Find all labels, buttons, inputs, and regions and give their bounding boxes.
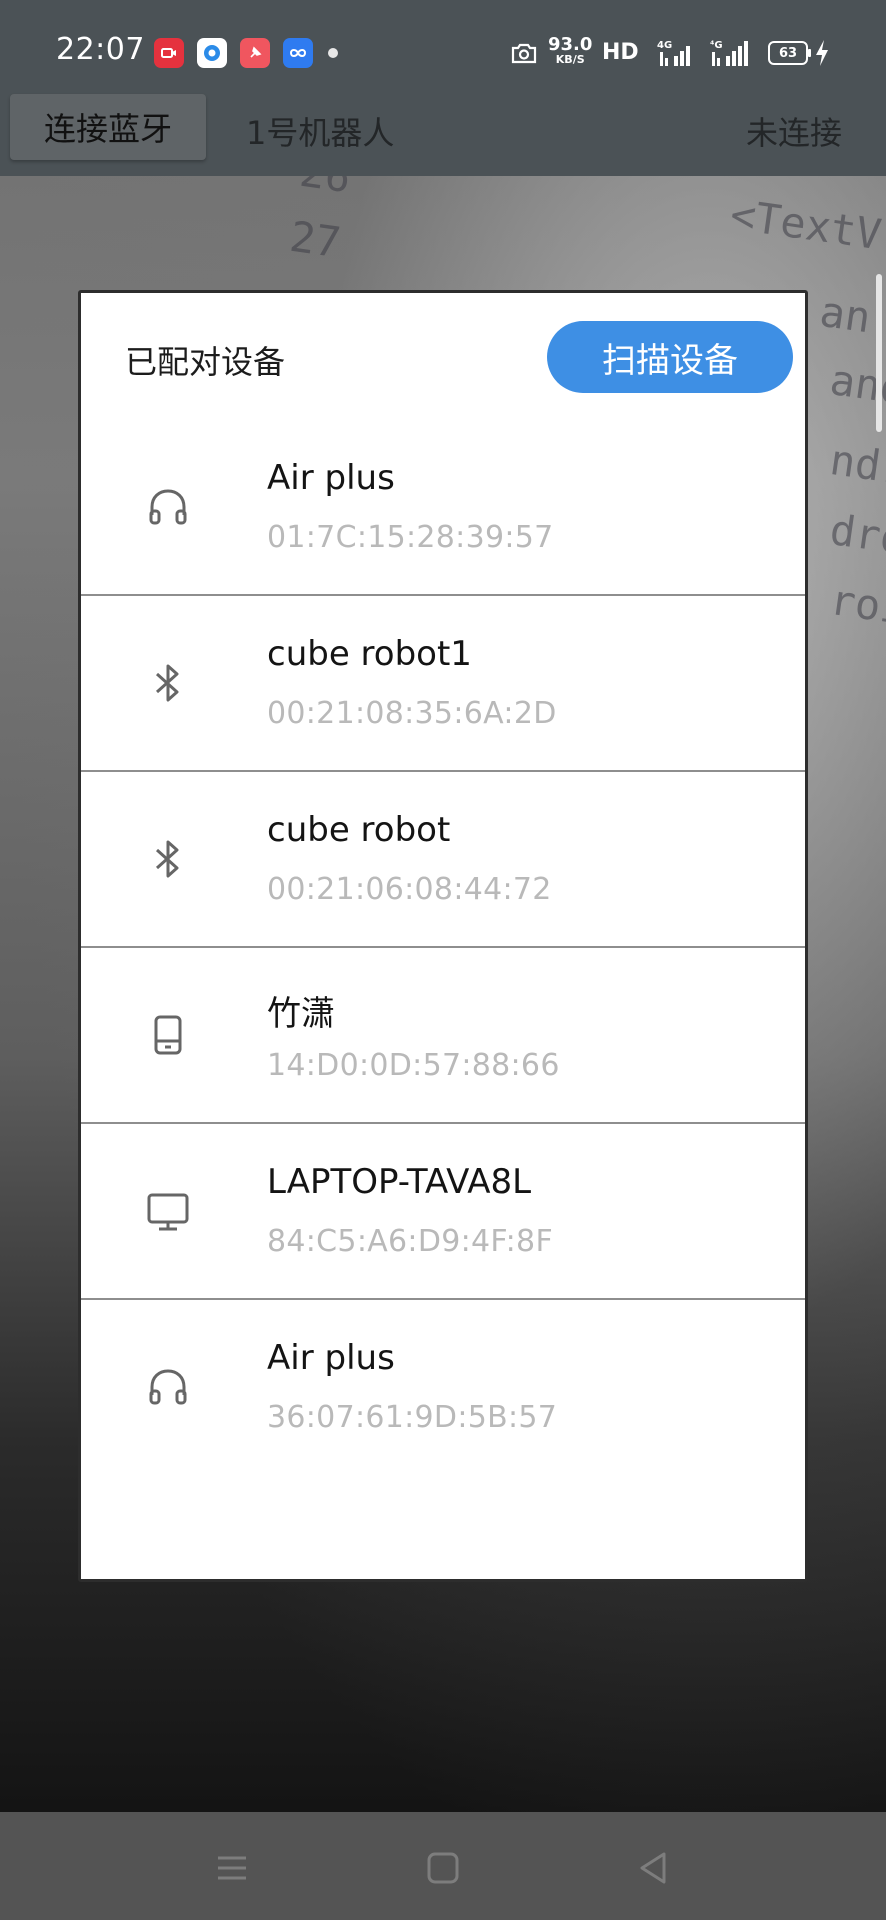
device-name: cube robot xyxy=(267,810,451,850)
device-name: 竹潇 xyxy=(267,994,335,1034)
signal-4g-icon: ⁴G xyxy=(706,36,754,70)
clock: 22:07 xyxy=(56,32,145,67)
camera-icon xyxy=(510,36,538,70)
device-name: Air plus xyxy=(267,1338,395,1378)
hd-label: HD xyxy=(602,40,639,65)
device-name: cube robot1 xyxy=(267,634,472,674)
charging-icon xyxy=(814,36,830,70)
status-bar: 22:07 93.0 KB/S HD 4G ⁴G 63 xyxy=(0,0,886,92)
device-address: 00:21:06:08:44:72 xyxy=(267,872,552,907)
infinity-icon xyxy=(283,38,313,68)
headphones-icon xyxy=(141,480,195,534)
bluetooth-icon xyxy=(141,832,195,886)
device-address: 36:07:61:9D:5B:57 xyxy=(267,1400,558,1435)
connect-bluetooth-button[interactable]: 连接蓝牙 xyxy=(10,94,206,160)
device-address: 84:C5:A6:D9:4F:8F xyxy=(267,1224,553,1259)
device-name: Air plus xyxy=(267,458,395,498)
notification-dot-icon xyxy=(328,48,338,58)
device-row[interactable]: LAPTOP-TAVA8L 84:C5:A6:D9:4F:8F xyxy=(81,1124,805,1300)
pin-icon xyxy=(240,38,270,68)
device-row[interactable]: cube robot 00:21:06:08:44:72 xyxy=(81,772,805,948)
headphones-icon xyxy=(141,1360,195,1414)
scan-devices-button[interactable]: 扫描设备 xyxy=(547,321,793,393)
menu-icon[interactable] xyxy=(210,1846,254,1890)
device-row[interactable]: 竹潇 14:D0:0D:57:88:66 xyxy=(81,948,805,1124)
device-address: 01:7C:15:28:39:57 xyxy=(267,520,554,555)
device-row[interactable]: cube robot1 00:21:08:35:6A:2D xyxy=(81,596,805,772)
device-list: Air plus 01:7C:15:28:39:57 cube robot1 0… xyxy=(81,420,805,1474)
battery-icon: 63 xyxy=(768,41,811,65)
device-name: LAPTOP-TAVA8L xyxy=(267,1162,532,1202)
robot-name: 1号机器人 xyxy=(246,114,395,152)
home-icon[interactable] xyxy=(421,1846,465,1890)
tablet-icon xyxy=(141,1008,195,1062)
browser-icon xyxy=(197,38,227,68)
navigation-bar xyxy=(0,1812,886,1920)
network-speed: 93.0 KB/S xyxy=(548,34,593,66)
dialog-title: 已配对设备 xyxy=(125,343,286,381)
bluetooth-icon xyxy=(141,656,195,710)
svg-text:⁴G: ⁴G xyxy=(710,40,723,51)
app-header: 连接蓝牙 1号机器人 未连接 xyxy=(0,92,886,176)
device-address: 14:D0:0D:57:88:66 xyxy=(267,1048,560,1083)
device-row[interactable]: Air plus 01:7C:15:28:39:57 xyxy=(81,420,805,596)
back-icon[interactable] xyxy=(632,1846,676,1890)
device-row[interactable]: Air plus 36:07:61:9D:5B:57 xyxy=(81,1300,805,1474)
paired-devices-dialog: 已配对设备 扫描设备 Air plus 01:7C:15:28:39:57 cu… xyxy=(78,290,808,1582)
svg-text:4G: 4G xyxy=(657,40,672,51)
signal-4g-icon: 4G xyxy=(656,36,696,70)
device-address: 00:21:08:35:6A:2D xyxy=(267,696,557,731)
screen-record-icon xyxy=(154,38,184,68)
monitor-icon xyxy=(141,1184,195,1238)
connection-status: 未连接 xyxy=(745,114,842,152)
scrollbar[interactable] xyxy=(876,274,882,432)
